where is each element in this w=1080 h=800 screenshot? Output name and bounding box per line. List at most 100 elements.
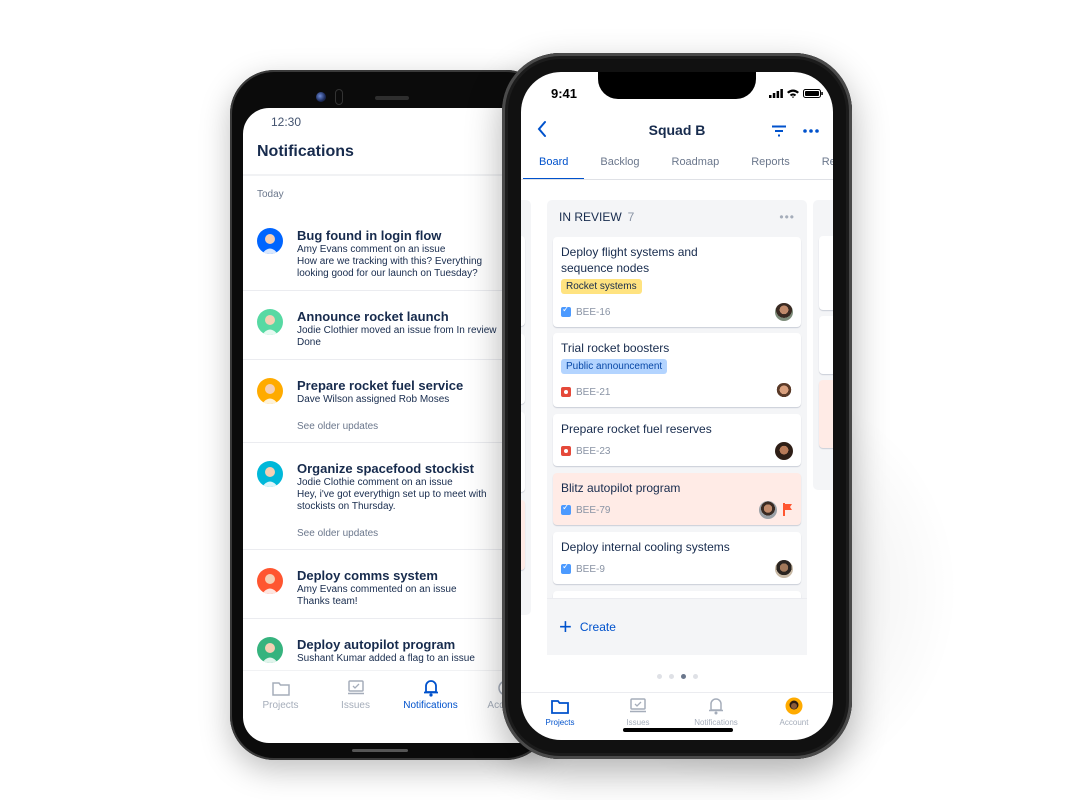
battery-icon xyxy=(803,88,823,98)
proximity-sensor xyxy=(335,89,343,105)
board: IN REVIEW 7 ••• Deploy flight systems and… xyxy=(521,190,833,680)
earpiece-speaker xyxy=(375,96,409,100)
page-dot[interactable] xyxy=(656,674,662,679)
tab-label: Projects xyxy=(262,700,299,711)
avatar xyxy=(257,228,283,254)
tab-issues[interactable]: Issues xyxy=(599,693,677,740)
assignee-avatar[interactable] xyxy=(775,442,793,460)
issue-key: BEE-23 xyxy=(576,445,611,457)
issue-key: BEE-21 xyxy=(576,386,611,398)
tab-roadmap[interactable]: Roadmap xyxy=(656,146,736,179)
notification-item[interactable]: Bug found in login flow Amy Evans comment… xyxy=(243,210,543,291)
tab-notifications[interactable]: Notifications xyxy=(677,693,755,740)
flag-icon xyxy=(783,503,792,516)
avatar xyxy=(257,378,283,404)
bug-icon xyxy=(561,446,571,456)
avatar xyxy=(257,461,283,487)
more-options-button[interactable] xyxy=(803,124,819,142)
status-icons xyxy=(769,88,823,98)
column-more-button[interactable]: ••• xyxy=(779,210,795,224)
folder-icon xyxy=(271,679,290,697)
board-column-previous[interactable] xyxy=(521,200,531,615)
tab-label: Account xyxy=(779,718,809,727)
issue-card[interactable]: Deploy internal cooling systems BEE-9 xyxy=(553,532,801,584)
tab-notifications[interactable]: Notifications xyxy=(393,671,468,718)
notification-item[interactable]: Organize spacefood stockist Jodie Clothie… xyxy=(243,443,543,550)
ios-home-indicator[interactable] xyxy=(623,728,733,732)
assignee-avatar[interactable] xyxy=(759,501,777,519)
column-name: IN REVIEW xyxy=(559,210,622,224)
issue-card[interactable]: Trial rocket boosters Public announcemen… xyxy=(553,333,801,407)
avatar xyxy=(257,309,283,335)
front-camera xyxy=(316,92,326,102)
tab-backlog[interactable]: Backlog xyxy=(584,146,655,179)
card-title: Deploy internal cooling systems xyxy=(561,540,730,554)
android-tab-bar: Projects Issues Notifications Account xyxy=(243,670,543,718)
card-peek[interactable] xyxy=(819,316,833,374)
page-dot[interactable] xyxy=(668,674,674,679)
iphone: 9:41 Squad B Board Backlog Roadmap Repor… xyxy=(502,53,852,759)
more-horizontal-icon xyxy=(803,129,819,133)
issue-card[interactable]: Prepare rocket fuel reserves BEE-23 xyxy=(553,414,801,466)
notification-item[interactable]: Announce rocket launch Jodie Clothier mov… xyxy=(243,291,543,360)
page-dot[interactable] xyxy=(692,674,698,679)
issue-key: BEE-79 xyxy=(576,504,611,516)
back-button[interactable] xyxy=(537,120,547,143)
notification-item[interactable]: Deploy autopilot program Sushant Kumar ad… xyxy=(243,619,543,676)
card-label: Public announcement xyxy=(561,359,668,374)
plus-icon: + xyxy=(559,614,572,639)
chevron-left-icon xyxy=(537,121,546,137)
page-title: Notifications xyxy=(243,136,543,176)
tab-reports[interactable]: Reports xyxy=(735,146,806,179)
android-home-indicator[interactable] xyxy=(352,749,408,752)
android-status-bar: 12:30 xyxy=(243,108,543,136)
card-peek[interactable] xyxy=(521,236,525,326)
tab-label: Projects xyxy=(545,718,575,727)
card-peek[interactable] xyxy=(521,412,525,492)
assignee-avatar[interactable] xyxy=(775,383,793,401)
folder-icon xyxy=(551,697,569,715)
notification-item[interactable]: Prepare rocket fuel service Dave Wilson a… xyxy=(243,360,543,443)
filter-button[interactable] xyxy=(771,124,787,142)
card-peek[interactable] xyxy=(521,334,525,404)
assignee-avatar[interactable] xyxy=(775,560,793,578)
tab-account[interactable]: Account xyxy=(755,693,833,740)
card-title: Deploy flight systems and xyxy=(561,245,698,259)
page-indicator xyxy=(521,674,833,679)
card-footer: BEE-23 xyxy=(561,442,793,460)
avatar xyxy=(257,568,283,594)
assignee-avatar[interactable] xyxy=(775,303,793,321)
create-label: Create xyxy=(579,620,616,634)
card-peek-flagged[interactable] xyxy=(521,500,525,570)
tab-releases[interactable]: Releases xyxy=(806,146,833,179)
tab-issues[interactable]: Issues xyxy=(318,671,393,718)
card-title: Prepare rocket fuel reserves xyxy=(561,422,712,436)
tab-projects[interactable]: Projects xyxy=(521,693,599,740)
android-screen: 12:30 Notifications Today Bug found in l… xyxy=(243,108,543,743)
tab-projects[interactable]: Projects xyxy=(243,671,318,718)
notification-item[interactable]: Deploy comms system Amy Evans commented o… xyxy=(243,550,543,619)
tab-board[interactable]: Board xyxy=(523,146,585,179)
notification-list: Bug found in login flow Amy Evans comment… xyxy=(243,210,543,676)
issue-key: BEE-16 xyxy=(576,306,611,318)
issue-card[interactable]: Deploy flight systems and sequence nodes… xyxy=(553,237,801,327)
card-peek-flagged[interactable] xyxy=(819,380,833,448)
column-header: IN REVIEW 7 ••• xyxy=(547,200,807,234)
story-icon xyxy=(561,561,571,574)
card-footer: BEE-21 xyxy=(561,383,793,401)
iphone-screen: 9:41 Squad B Board Backlog Roadmap Repor… xyxy=(521,72,833,740)
bell-icon xyxy=(423,679,439,697)
ios-tab-bar: Projects Issues Notifications Account xyxy=(521,692,833,740)
tab-label: Notifications xyxy=(403,700,458,711)
create-issue-button[interactable]: + Create xyxy=(547,598,807,655)
issue-card-flagged[interactable]: Blitz autopilot program BEE-79 xyxy=(553,473,801,525)
avatar xyxy=(257,637,283,663)
issues-icon xyxy=(629,697,647,715)
board-column-next[interactable] xyxy=(813,200,833,490)
story-icon xyxy=(561,304,571,317)
page-dot-active[interactable] xyxy=(680,674,686,679)
card-peek[interactable] xyxy=(819,236,833,310)
card-title: Blitz autopilot program xyxy=(561,481,681,495)
story-icon xyxy=(561,502,571,515)
notch xyxy=(598,72,756,99)
